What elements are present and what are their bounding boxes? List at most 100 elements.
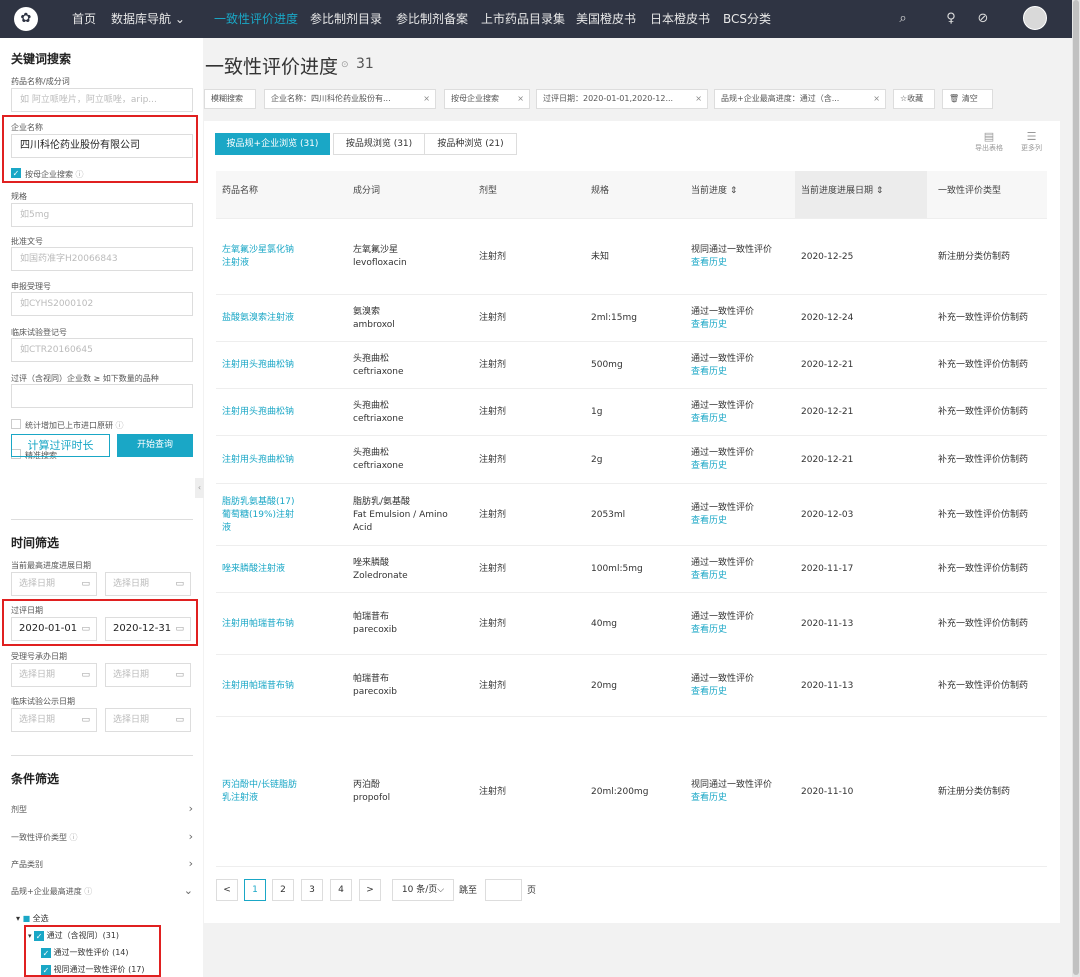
spec-input[interactable]: 如5mg [11, 203, 193, 227]
nav-item[interactable]: 参比制剂备案 [396, 0, 468, 38]
page-button[interactable]: 3 [301, 879, 323, 901]
latest-date-from[interactable]: 选择日期 ▭ [11, 572, 97, 596]
close-icon[interactable]: × [873, 90, 880, 108]
start-search-button[interactable]: 开始查询 [117, 434, 193, 457]
help-icon[interactable]: ⊘ [974, 10, 992, 28]
prev-page-button[interactable]: < [216, 879, 238, 901]
view-tab[interactable]: 按品规浏览 (31) [333, 133, 425, 155]
drug-name-input[interactable]: 如 阿立哌唑片，阿立哌唑，arip... [11, 88, 193, 112]
help-icon: ⓘ [115, 421, 124, 430]
nav-item[interactable]: 美国橙皮书 [576, 0, 636, 38]
cell-spec: 2053ml [591, 510, 626, 520]
condition-dosage-form[interactable]: 剂型 › [11, 802, 193, 815]
view-history-link[interactable]: 查看历史 [691, 319, 727, 332]
page-button[interactable]: 2 [272, 879, 294, 901]
parent-search-checkbox[interactable]: ✓ [11, 168, 21, 178]
application-input[interactable]: 如CYHS2000102 [11, 292, 193, 316]
view-history-link[interactable]: 查看历史 [691, 624, 727, 637]
filter-tag[interactable]: 🗑 清空 [942, 89, 993, 109]
cell-drug-name[interactable]: 脂肪乳氨基酸(17) 葡萄糖(19%)注射 液 [222, 496, 294, 535]
accept-date-from[interactable]: 选择日期 ▭ [11, 663, 97, 687]
next-page-button[interactable]: > [359, 879, 381, 901]
view-history-link[interactable]: 查看历史 [691, 515, 727, 528]
avatar[interactable] [1023, 6, 1047, 30]
trial-date-from[interactable]: 选择日期 ▭ [11, 708, 97, 732]
pass-date-to[interactable]: 2020-12-31 ▭ [105, 617, 191, 641]
view-history-link[interactable]: 查看历史 [691, 257, 727, 270]
view-history-link[interactable]: 查看历史 [691, 792, 727, 805]
cell-drug-name[interactable]: 丙泊酚中/长链脂肪 乳注射液 [222, 779, 297, 805]
approval-input[interactable]: 如国药准字H20066843 [11, 247, 193, 271]
cell-drug-name[interactable]: 唑来膦酸注射液 [222, 563, 285, 576]
cell-drug-name[interactable]: 盐酸氨溴索注射液 [222, 312, 294, 325]
view-history-link[interactable]: 查看历史 [691, 366, 727, 379]
cell-ingredient: 唑来膦酸 Zoledronate [353, 558, 408, 581]
nav-item[interactable]: 日本橙皮书 [650, 0, 710, 38]
view-history-link[interactable]: 查看历史 [691, 686, 727, 699]
column-header[interactable]: 当前进度进展日期 ⇕ [801, 183, 883, 196]
jump-page-input[interactable] [485, 879, 522, 901]
tree-deemed-pass[interactable]: ✓ 视同通过一致性评价 (17) [41, 964, 145, 975]
filter-tag[interactable]: 过评日期：2020-01-01,2020-12... × [536, 89, 708, 109]
calc-duration-button[interactable]: 计算过评时长 [11, 434, 110, 457]
filter-tag[interactable]: 品规+企业最高进度：通过（含... × [714, 89, 886, 109]
nav-item[interactable]: 首页 [72, 0, 96, 38]
import-checkbox[interactable] [11, 419, 21, 429]
search-icon[interactable]: ⌕ [894, 10, 912, 28]
column-header[interactable]: 当前进度 ⇕ [691, 183, 737, 196]
page-button[interactable]: 1 [244, 879, 266, 901]
filter-tag[interactable]: 企业名称：四川科伦药业股份有... × [264, 89, 436, 109]
condition-evaluation-type[interactable]: 一致性评价类型 ⓘ › [11, 830, 193, 843]
trial-date-to[interactable]: 选择日期 ▭ [105, 708, 191, 732]
nav-item[interactable]: BCS分类 [723, 0, 771, 38]
logo-icon[interactable]: ✿ [14, 7, 38, 31]
nav-item[interactable]: 数据库导航 ⌄ [111, 0, 185, 38]
filter-tag[interactable]: ☆收藏 [893, 89, 935, 109]
cell-progress-date: 2020-12-21 [801, 407, 854, 417]
tree-pass-consistency[interactable]: ✓ 通过一致性评价 (14) [41, 947, 129, 958]
condition-product-category[interactable]: 产品类别 › [11, 857, 193, 870]
view-tab[interactable]: 按品种浏览 (21) [424, 133, 517, 155]
close-icon[interactable]: × [423, 90, 430, 108]
cell-drug-name[interactable]: 注射用头孢曲松钠 [222, 406, 294, 419]
pass-count-input[interactable] [11, 384, 193, 408]
accept-date-to[interactable]: 选择日期 ▭ [105, 663, 191, 687]
page-button[interactable]: 4 [330, 879, 352, 901]
export-table-button[interactable]: ▤ 导出表格 [975, 130, 1003, 153]
bulb-icon[interactable]: ♀ [942, 10, 960, 28]
cell-drug-name[interactable]: 注射用头孢曲松钠 [222, 454, 294, 467]
condition-highest-progress[interactable]: 品规+企业最高进度 ⓘ ⌄ [11, 884, 193, 897]
filter-tag[interactable]: 按母企业搜索 × [444, 89, 530, 109]
view-history-link[interactable]: 查看历史 [691, 413, 727, 426]
page-size-select[interactable]: 10 条/页⌵ [392, 879, 454, 901]
filter-tag[interactable]: 模糊搜索 [204, 89, 256, 109]
cell-drug-name[interactable]: 注射用帕瑞昔布钠 [222, 680, 294, 693]
cell-drug-name[interactable]: 左氧氟沙星氯化钠 注射液 [222, 244, 294, 270]
cell-drug-name[interactable]: 注射用帕瑞昔布钠 [222, 618, 294, 631]
tree-passed[interactable]: ▾ ✓ 通过（含视同）(31) [28, 930, 119, 941]
partial-check-icon: ■ [22, 914, 31, 923]
close-icon[interactable]: × [695, 90, 702, 108]
tree-select-all[interactable]: ▾ ■ 全选 [16, 913, 49, 924]
table-row [216, 342, 1047, 389]
collapse-sidebar-icon[interactable]: ‹ [195, 478, 204, 498]
close-icon[interactable]: × [517, 90, 524, 108]
help-icon[interactable]: ⊙ [341, 60, 349, 70]
column-header[interactable]: 一致性评价类型 [938, 183, 1001, 196]
company-input[interactable]: 四川科伦药业股份有限公司 [11, 134, 193, 158]
view-tab[interactable]: 按品规+企业浏览 (31) [215, 133, 330, 155]
cell-dosage-form: 注射剂 [479, 787, 507, 797]
view-history-link[interactable]: 查看历史 [691, 570, 727, 583]
more-columns-button[interactable]: ☰ 更多列 [1021, 130, 1042, 153]
nav-item[interactable]: 参比制剂目录 [310, 0, 382, 38]
nav-item[interactable]: 一致性评价进度 [214, 0, 298, 38]
pass-date-from[interactable]: 2020-01-01 ▭ [11, 617, 97, 641]
cell-spec: 未知 [591, 252, 610, 262]
latest-date-to[interactable]: 选择日期 ▭ [105, 572, 191, 596]
cell-dosage-form: 注射剂 [479, 681, 507, 691]
page-scrollbar[interactable] [1072, 0, 1080, 977]
cell-drug-name[interactable]: 注射用头孢曲松钠 [222, 359, 294, 372]
nav-item[interactable]: 上市药品目录集 [481, 0, 565, 38]
trial-input[interactable]: 如CTR20160645 [11, 338, 193, 362]
view-history-link[interactable]: 查看历史 [691, 460, 727, 473]
